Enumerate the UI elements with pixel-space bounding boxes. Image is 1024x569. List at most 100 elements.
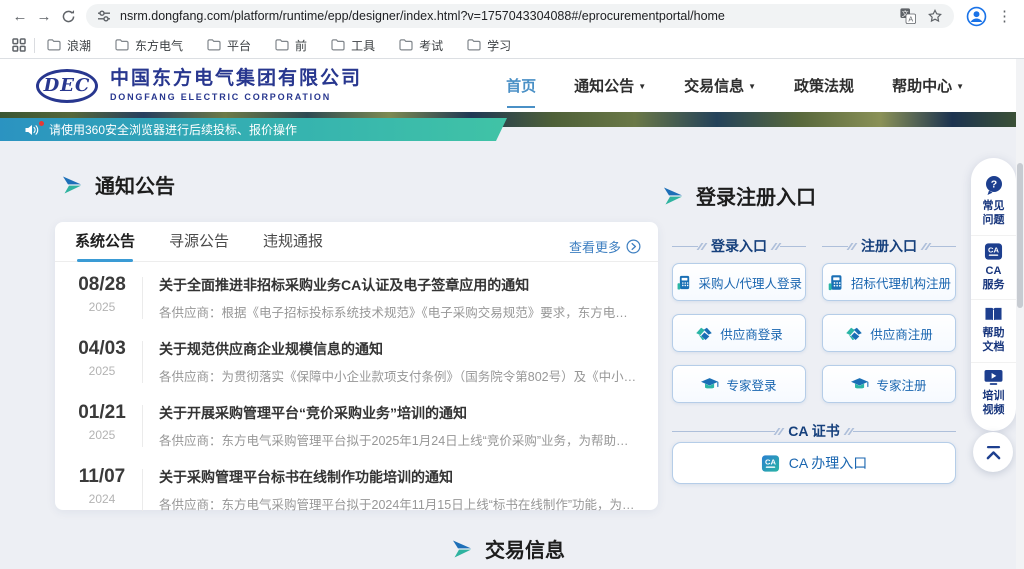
register-expert-button[interactable]: 专家注册 xyxy=(822,365,956,403)
bookmark-folder[interactable]: 考试 xyxy=(399,37,443,54)
nav-item-announcements[interactable]: 通知公告 ▼ xyxy=(574,75,646,96)
bookmark-folder[interactable]: 学习 xyxy=(467,37,511,54)
view-more-link[interactable]: 查看更多 xyxy=(569,237,641,256)
register-agency-button[interactable]: 招标代理机构注册 xyxy=(822,263,956,301)
nav-label: 交易信息 xyxy=(684,75,744,96)
ca-apply-button[interactable]: CA CA 办理入口 xyxy=(672,442,956,484)
reload-icon xyxy=(61,9,76,24)
float-label-line: 帮助 xyxy=(983,326,1005,340)
company-logo[interactable]: DEC 中国东方电气集团有限公司 DONGFANG ELECTRIC CORPO… xyxy=(36,69,362,103)
item-date: 08/28 xyxy=(75,275,129,296)
browser-window: ← → nsrm.dongfang.com/platform/ru xyxy=(0,0,1024,569)
group-label: 登录入口 xyxy=(711,236,767,256)
date-block: 11/07 2024 xyxy=(75,467,129,506)
trade-section-header: 交易信息 xyxy=(452,534,565,563)
chevron-down-icon: ▼ xyxy=(638,82,646,91)
graduation-cap-icon xyxy=(851,377,869,392)
browser-notice-banner: 请使用360安全浏览器进行后续投标、报价操作 xyxy=(0,118,507,141)
bookmark-folder[interactable]: 东方电气 xyxy=(115,37,183,54)
site-info-icon[interactable] xyxy=(97,9,111,23)
item-year: 2025 xyxy=(75,428,129,442)
bookmark-folder[interactable]: 工具 xyxy=(331,37,375,54)
nav-item-trade-info[interactable]: 交易信息 ▼ xyxy=(684,75,756,96)
login-buyer-agent-button[interactable]: 采购人/代理人登录 xyxy=(672,263,806,301)
announcements-card: 系统公告 寻源公告 违规通报 查看更多 08/28 2025 关于全面推进非招标… xyxy=(55,222,658,510)
apps-grid-icon[interactable] xyxy=(12,38,26,52)
login-supplier-button[interactable]: 供应商登录 xyxy=(672,314,806,352)
list-item[interactable]: 11/07 2024 关于采购管理平台标书在线制作功能培训的通知 各供应商：东方… xyxy=(55,457,658,521)
nav-item-help-center[interactable]: 帮助中心 ▼ xyxy=(892,75,964,96)
translate-icon[interactable]: 文 A xyxy=(900,8,916,24)
list-item[interactable]: 08/28 2025 关于全面推进非招标采购业务CA认证及电子签章应用的通知 各… xyxy=(55,265,658,329)
item-summary: 各供应商：根据《电子招标投标系统技术规范》《电子采购交易规范》要求，东方电气采购… xyxy=(159,302,638,321)
float-label-line: 服务 xyxy=(983,278,1005,292)
nav-item-home[interactable]: 首页 xyxy=(506,75,536,96)
bookmark-star-icon[interactable] xyxy=(927,8,943,24)
circle-arrow-right-icon xyxy=(626,239,641,254)
button-label: 供应商注册 xyxy=(870,324,933,343)
svg-text:CA: CA xyxy=(988,245,999,254)
url-input[interactable]: nsrm.dongfang.com/platform/runtime/epp/d… xyxy=(86,4,954,28)
announcements-section-header: 通知公告 xyxy=(62,170,175,199)
bookmark-folder[interactable]: 前 xyxy=(275,37,307,54)
tab-sourcing-notices[interactable]: 寻源公告 xyxy=(169,230,229,261)
nav-item-policies[interactable]: 政策法规 xyxy=(794,75,854,96)
register-supplier-button[interactable]: 供应商注册 xyxy=(822,314,956,352)
reload-button[interactable] xyxy=(56,4,80,28)
item-title[interactable]: 关于规范供应商企业规模信息的通知 xyxy=(159,339,638,359)
scrollbar-track[interactable] xyxy=(1016,59,1024,569)
back-button[interactable]: ← xyxy=(8,4,32,28)
tab-system-notices[interactable]: 系统公告 xyxy=(75,230,135,261)
bookmark-label: 东方电气 xyxy=(135,37,183,54)
item-divider xyxy=(142,405,143,447)
list-item[interactable]: 04/03 2025 关于规范供应商企业规模信息的通知 各供应商：为贯彻落实《保… xyxy=(55,329,658,393)
login-group-header: 登录入口 xyxy=(672,236,806,256)
browser-chrome: ← → nsrm.dongfang.com/platform/ru xyxy=(0,0,1024,59)
login-expert-button[interactable]: 专家登录 xyxy=(672,365,806,403)
handshake-icon xyxy=(845,326,863,341)
view-more-label: 查看更多 xyxy=(569,237,621,256)
section-title: 交易信息 xyxy=(485,534,565,563)
folder-icon xyxy=(399,39,413,51)
bookmark-folder[interactable]: 浪潮 xyxy=(47,37,91,54)
portal-button-grid: 采购人/代理人登录 招标代理机构注册 供应商登录 xyxy=(672,263,956,403)
announcements-list: 08/28 2025 关于全面推进非招标采购业务CA认证及电子签章应用的通知 各… xyxy=(55,262,658,521)
scrollbar-thumb[interactable] xyxy=(1017,163,1023,308)
section-title: 通知公告 xyxy=(95,170,175,199)
browser-toolbar: ← → nsrm.dongfang.com/platform/ru xyxy=(0,0,1024,32)
nav-label: 帮助中心 xyxy=(892,75,952,96)
url-text[interactable]: nsrm.dongfang.com/platform/runtime/epp/d… xyxy=(120,9,892,23)
nav-label: 首页 xyxy=(506,75,536,96)
bookmark-label: 前 xyxy=(295,37,307,54)
float-item-help-docs[interactable]: 帮助 文档 xyxy=(971,299,1016,362)
folder-icon xyxy=(331,39,345,51)
section-arrow-icon xyxy=(663,187,683,205)
button-label: 招标代理机构注册 xyxy=(851,273,951,292)
button-label: 专家登录 xyxy=(726,375,776,394)
float-item-faq[interactable]: ? 常见 问题 xyxy=(971,169,1016,235)
announcements-tabs: 系统公告 寻源公告 违规通报 查看更多 xyxy=(55,222,658,262)
back-to-top-button[interactable] xyxy=(973,432,1013,472)
item-title[interactable]: 关于开展采购管理平台“竞价采购业务”培训的通知 xyxy=(159,403,638,423)
nav-label: 政策法规 xyxy=(794,75,854,96)
float-item-ca-service[interactable]: CA CA 服务 xyxy=(971,235,1016,300)
bookmarks-bar: 浪潮 东方电气 平台 前 工具 考试 xyxy=(0,32,1024,58)
forward-button[interactable]: → xyxy=(32,4,56,28)
tab-violation-reports[interactable]: 违规通报 xyxy=(263,230,323,261)
ca-badge-icon: CA xyxy=(761,454,780,473)
profile-avatar-icon[interactable] xyxy=(966,6,987,27)
item-title[interactable]: 关于全面推进非招标采购业务CA认证及电子签章应用的通知 xyxy=(159,275,638,295)
menu-kebab-icon[interactable]: ⋮ xyxy=(997,9,1012,24)
list-item[interactable]: 01/21 2025 关于开展采购管理平台“竞价采购业务”培训的通知 各供应商：… xyxy=(55,393,658,457)
float-item-training-videos[interactable]: 培训 视频 xyxy=(971,362,1016,425)
bookmarks-divider xyxy=(34,38,35,53)
item-summary: 各供应商：东方电气采购管理平台拟于2025年1月24日上线“竞价采购”业务，为帮… xyxy=(159,430,638,449)
chevron-down-icon: ▼ xyxy=(956,82,964,91)
bookmark-label: 考试 xyxy=(419,37,443,54)
item-title[interactable]: 关于采购管理平台标书在线制作功能培训的通知 xyxy=(159,467,638,487)
bookmark-label: 学习 xyxy=(487,37,511,54)
button-label: CA 办理入口 xyxy=(789,453,868,473)
folder-icon xyxy=(47,39,61,51)
bookmark-folder[interactable]: 平台 xyxy=(207,37,251,54)
notification-dot xyxy=(39,121,44,126)
